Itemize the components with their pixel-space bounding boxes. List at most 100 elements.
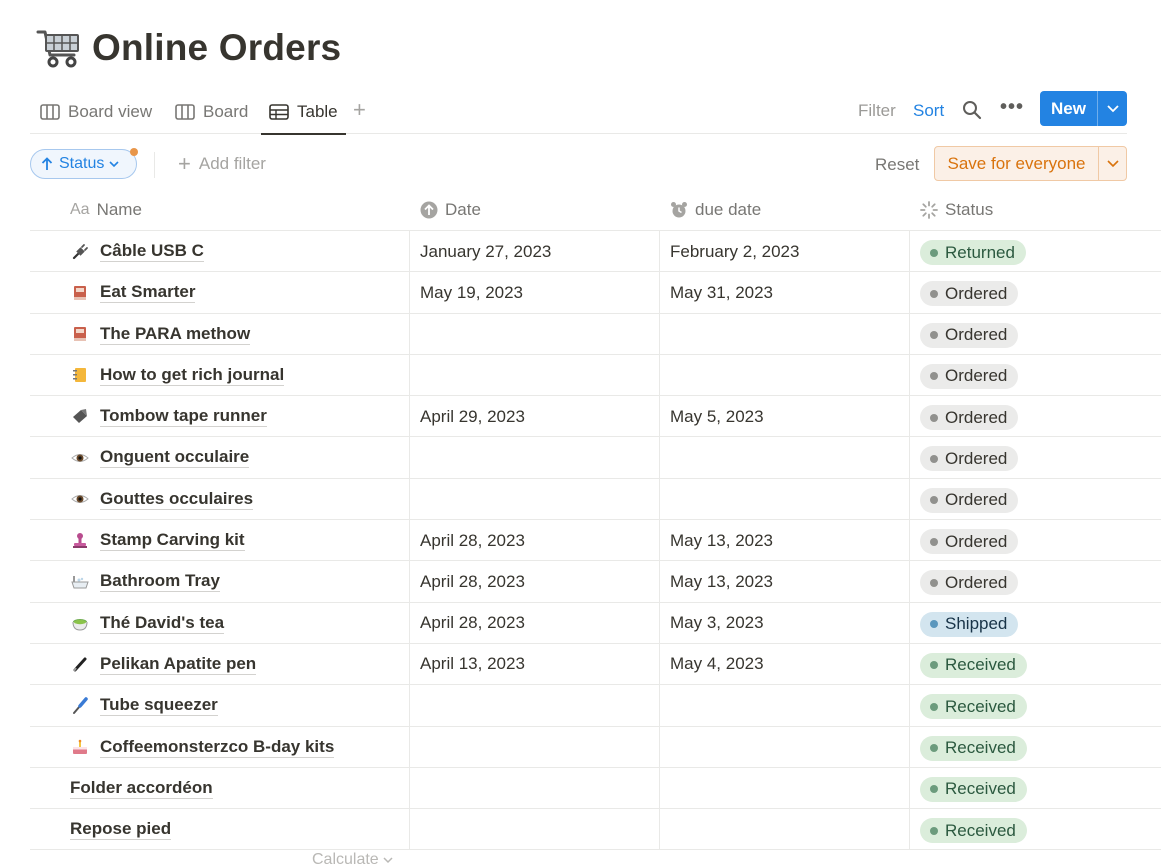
item-name[interactable]: Bathroom Tray — [100, 571, 220, 593]
column-header-name[interactable]: Aa Name — [70, 190, 142, 230]
date-cell[interactable]: April 28, 2023 — [420, 561, 525, 602]
item-name[interactable]: The PARA methow — [100, 324, 251, 345]
name-cell[interactable]: The PARA methow — [70, 314, 251, 355]
status-cell[interactable]: Received — [920, 694, 1027, 720]
date-cell[interactable]: April 13, 2023 — [420, 644, 525, 685]
item-name[interactable]: Folder accordéon — [70, 778, 213, 799]
status-badge[interactable]: Returned — [920, 240, 1026, 265]
status-badge[interactable]: Shipped — [920, 611, 1019, 637]
due-date-cell[interactable]: February 2, 2023 — [670, 231, 799, 272]
table-row[interactable]: Pelikan Apatite pen April 13, 2023 May 4… — [30, 643, 1161, 686]
name-cell[interactable]: Câble USB C — [70, 231, 204, 272]
status-cell[interactable]: Ordered — [920, 529, 1019, 555]
sort-button[interactable]: Sort — [913, 101, 944, 121]
item-name[interactable]: Eat Smarter — [100, 282, 196, 304]
date-cell[interactable]: May 19, 2023 — [420, 272, 523, 313]
save-dropdown-button[interactable] — [1099, 159, 1126, 168]
due-date-cell[interactable]: May 5, 2023 — [670, 396, 764, 437]
tab-table[interactable]: Table — [261, 96, 346, 135]
due-date-cell[interactable]: May 3, 2023 — [670, 603, 764, 644]
name-cell[interactable]: Repose pied — [70, 809, 172, 850]
reset-button[interactable]: Reset — [875, 155, 919, 175]
table-row[interactable]: Repose pied Received — [30, 809, 1161, 851]
table-row[interactable]: Gouttes occulaires Ordered — [30, 478, 1161, 521]
status-cell[interactable]: Ordered — [920, 405, 1019, 431]
name-cell[interactable]: Thé David's tea — [70, 603, 225, 644]
table-row[interactable]: Bathroom Tray April 28, 2023 May 13, 202… — [30, 561, 1161, 603]
name-cell[interactable]: Eat Smarter — [70, 272, 196, 313]
name-cell[interactable]: Tombow tape runner — [70, 396, 267, 437]
status-cell[interactable]: Ordered — [920, 570, 1019, 596]
due-date-cell[interactable]: May 13, 2023 — [670, 561, 773, 602]
status-cell[interactable]: Received — [920, 818, 1027, 844]
name-cell[interactable]: How to get rich journal — [70, 355, 285, 396]
status-cell[interactable]: Ordered — [920, 446, 1019, 472]
table-row[interactable]: Thé David's tea April 28, 2023 May 3, 20… — [30, 602, 1161, 644]
item-name[interactable]: Tube squeezer — [100, 695, 218, 717]
column-header-date[interactable]: Date — [420, 190, 481, 230]
more-options-button[interactable]: ••• — [1000, 96, 1024, 119]
status-badge[interactable]: Received — [920, 694, 1027, 720]
item-name[interactable]: Pelikan Apatite pen — [100, 654, 257, 675]
filter-button[interactable]: Filter — [858, 101, 896, 121]
name-cell[interactable]: Coffeemonsterzco B-day kits — [70, 727, 335, 768]
status-cell[interactable]: Ordered — [920, 281, 1019, 307]
table-row[interactable]: The PARA methow Ordered — [30, 313, 1161, 355]
date-cell[interactable]: April 28, 2023 — [420, 603, 525, 644]
save-for-everyone-button[interactable]: Save for everyone — [934, 146, 1127, 181]
status-cell[interactable]: Ordered — [920, 322, 1019, 348]
calculate-button[interactable]: Calculate — [312, 851, 393, 868]
status-cell[interactable]: Received — [920, 735, 1027, 761]
table-row[interactable]: Câble USB C January 27, 2023 February 2,… — [30, 231, 1161, 273]
add-view-button[interactable]: + — [353, 99, 366, 121]
item-name[interactable]: How to get rich journal — [100, 365, 285, 386]
name-cell[interactable]: Gouttes occulaires — [70, 479, 254, 520]
due-date-cell[interactable]: May 4, 2023 — [670, 644, 764, 685]
status-cell[interactable]: Received — [920, 652, 1027, 678]
date-cell[interactable]: April 29, 2023 — [420, 396, 525, 437]
table-row[interactable]: How to get rich journal Ordered — [30, 354, 1161, 397]
item-name[interactable]: Stamp Carving kit — [100, 530, 245, 552]
table-row[interactable]: Eat Smarter May 19, 2023 May 31, 2023 Or… — [30, 272, 1161, 314]
name-cell[interactable]: Onguent occulaire — [70, 437, 250, 478]
status-badge[interactable]: Ordered — [920, 405, 1019, 431]
new-button[interactable]: New — [1040, 91, 1127, 126]
status-cell[interactable]: Ordered — [920, 487, 1019, 513]
item-name[interactable]: Câble USB C — [100, 241, 204, 262]
item-name[interactable]: Coffeemonsterzco B-day kits — [100, 737, 335, 758]
add-filter-button[interactable]: + Add filter — [178, 153, 266, 175]
status-badge[interactable]: Ordered — [920, 570, 1019, 596]
status-badge[interactable]: Received — [920, 652, 1027, 678]
status-badge[interactable]: Received — [920, 776, 1027, 802]
name-cell[interactable]: Stamp Carving kit — [70, 520, 245, 561]
status-badge[interactable]: Ordered — [920, 446, 1019, 472]
item-name[interactable]: Repose pied — [70, 819, 172, 841]
table-row[interactable]: Stamp Carving kit April 28, 2023 May 13,… — [30, 520, 1161, 562]
table-row[interactable]: Tombow tape runner April 29, 2023 May 5,… — [30, 396, 1161, 438]
status-cell[interactable]: Received — [920, 776, 1027, 802]
status-sort-chip[interactable]: Status — [30, 148, 138, 179]
status-cell[interactable]: Shipped — [920, 611, 1019, 637]
status-badge[interactable]: Ordered — [920, 487, 1019, 513]
tab-board[interactable]: Board — [175, 96, 248, 128]
status-badge[interactable]: Ordered — [920, 529, 1019, 555]
date-cell[interactable]: January 27, 2023 — [420, 231, 551, 272]
item-name[interactable]: Onguent occulaire — [100, 447, 250, 469]
status-cell[interactable]: Ordered — [920, 363, 1019, 389]
new-dropdown-button[interactable] — [1098, 104, 1127, 113]
column-header-status[interactable]: Status — [920, 190, 993, 230]
name-cell[interactable]: Pelikan Apatite pen — [70, 644, 257, 685]
table-row[interactable]: Folder accordéon Received — [30, 767, 1161, 810]
status-badge[interactable]: Ordered — [920, 322, 1019, 348]
date-cell[interactable]: April 28, 2023 — [420, 520, 525, 561]
search-button[interactable] — [962, 100, 982, 125]
name-cell[interactable]: Bathroom Tray — [70, 561, 220, 602]
table-row[interactable]: Coffeemonsterzco B-day kits Received — [30, 726, 1161, 768]
status-badge[interactable]: Ordered — [920, 363, 1019, 389]
item-name[interactable]: Gouttes occulaires — [100, 489, 254, 510]
table-row[interactable]: Onguent occulaire Ordered — [30, 437, 1161, 479]
item-name[interactable]: Tombow tape runner — [100, 406, 267, 428]
tab-board-view[interactable]: Board view — [40, 96, 152, 128]
column-header-due-date[interactable]: due date — [670, 190, 761, 230]
status-cell[interactable]: Returned — [920, 240, 1026, 265]
